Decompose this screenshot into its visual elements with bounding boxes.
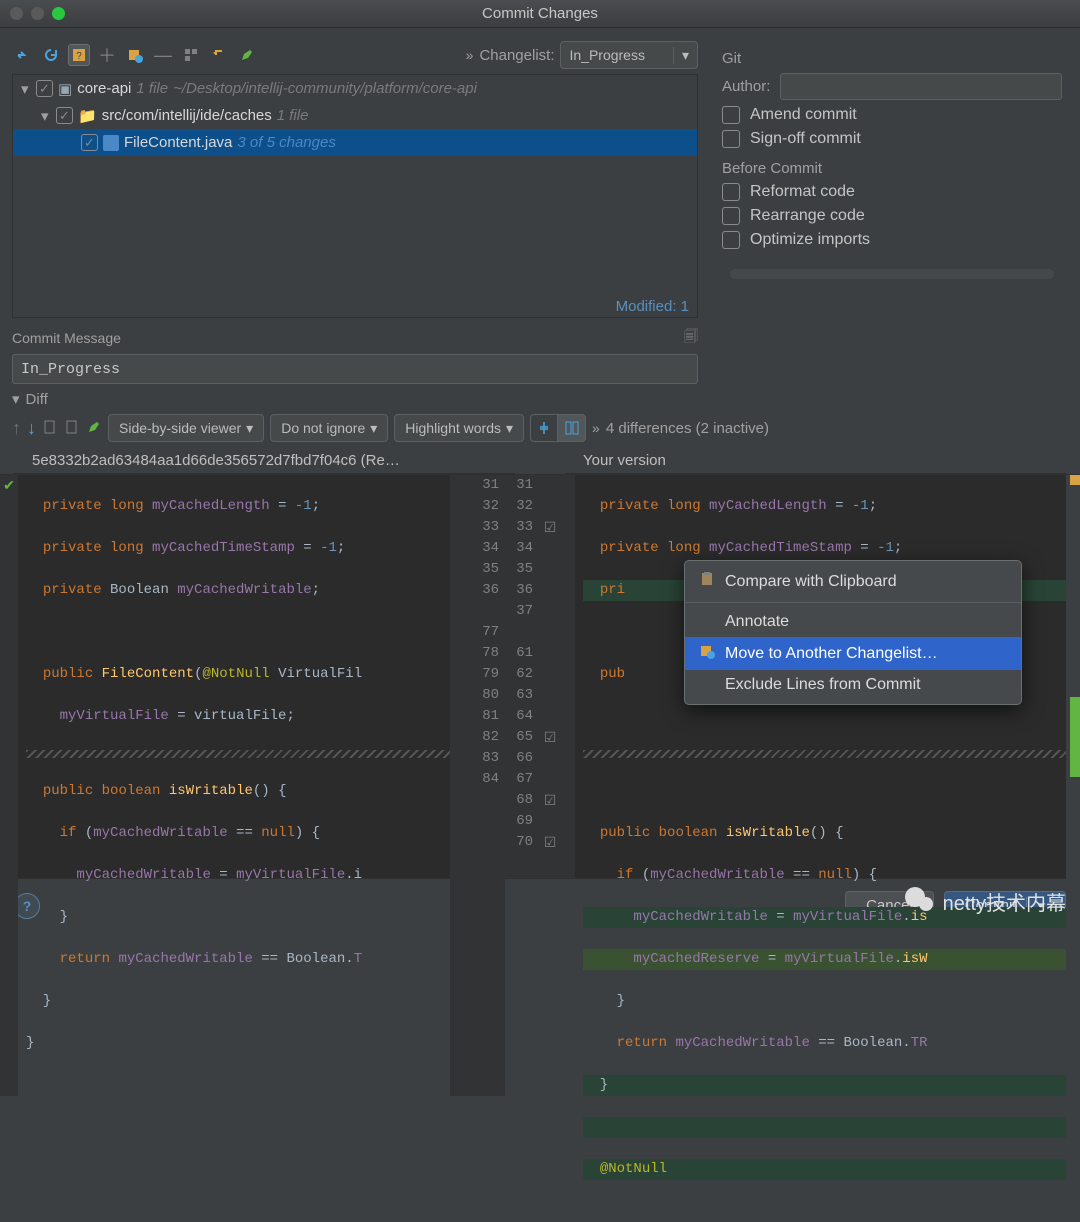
file-next-icon[interactable] (64, 419, 80, 438)
change-marker[interactable] (1070, 697, 1080, 777)
watermark: netty技术内幕 (905, 885, 1066, 917)
changes-tree[interactable]: ▾ ▣ core-api 1 file ~/Desktop/intellij-c… (12, 74, 698, 318)
reformat-checkbox[interactable]: Reformat code (722, 183, 1062, 201)
changelist-icon[interactable] (124, 44, 146, 66)
left-code[interactable]: private long myCachedLength = -1; privat… (18, 475, 450, 1096)
diff-section-label: Diff (26, 391, 48, 408)
vcs-label: Git (722, 50, 1062, 67)
menu-annotate[interactable]: Annotate (685, 607, 1021, 637)
checkbox[interactable] (36, 80, 53, 97)
history-icon[interactable]: 🗐 (684, 326, 698, 350)
group-icon[interactable] (180, 44, 202, 66)
checkbox[interactable] (81, 134, 98, 151)
folder-icon: 📁 (78, 107, 97, 125)
chevron-down-icon: ▾ (506, 420, 513, 437)
fold-marker[interactable] (583, 750, 1066, 758)
context-menu[interactable]: Compare with Clipboard Annotate Move to … (684, 560, 1022, 705)
right-gutter: 3132333435363761626364656667686970 (505, 475, 539, 878)
edit-icon[interactable] (236, 44, 258, 66)
file-prev-icon[interactable] (42, 419, 58, 438)
menu-move-changelist[interactable]: Move to Another Changelist… (685, 637, 1021, 670)
diff-summary: 4 differences (2 inactive) (606, 420, 769, 437)
changelist-value: In_Progress (569, 47, 644, 63)
diff-toolbar: ↑ ↓ Side-by-side viewer▾ Do not ignore▾ … (0, 408, 1080, 448)
modified-summary: Modified: 1 (616, 298, 689, 315)
changes-toolbar: ? ＋ — » Changelist: In_Progress ▾ (12, 36, 698, 74)
left-gutter: 3132333435367778798081828384 (450, 475, 505, 1096)
next-diff-icon[interactable]: ↓ (27, 418, 36, 439)
change-count: 3 of 5 changes (237, 134, 335, 151)
folder-name: src/com/intellij/ide/caches (102, 107, 272, 124)
highlight-dropdown[interactable]: Highlight words▾ (394, 414, 524, 442)
tree-file-row[interactable]: FileContent.java 3 of 5 changes (13, 129, 697, 156)
edit-icon[interactable] (86, 419, 102, 438)
chevrons-icon: » (466, 47, 474, 63)
author-label: Author: (722, 78, 770, 95)
java-class-icon (103, 135, 119, 151)
include-checkboxes[interactable]: ☑☑☑☑ (539, 475, 561, 878)
chevron-down-icon: ▾ (246, 420, 253, 437)
titlebar: Commit Changes (0, 0, 1080, 28)
clipboard-icon (699, 571, 715, 592)
file-count: 1 file (136, 80, 168, 97)
rollback-icon[interactable] (12, 44, 34, 66)
file-count: 1 file (277, 107, 309, 124)
module-path: ~/Desktop/intellij-community/platform/co… (173, 80, 477, 97)
menu-compare-clipboard[interactable]: Compare with Clipboard (685, 565, 1021, 598)
ignore-dropdown[interactable]: Do not ignore▾ (270, 414, 388, 442)
diff-splitter[interactable]: 3132333435363761626364656667686970 ☑☑☑☑ (505, 475, 575, 878)
collapse-arrow-icon[interactable]: ▾ (21, 80, 31, 98)
collapse-toggle[interactable] (530, 414, 586, 442)
collapse-unchanged-icon[interactable] (530, 414, 558, 442)
warning-marker-icon[interactable] (1070, 475, 1080, 485)
signoff-checkbox[interactable]: Sign-off commit (722, 130, 1062, 148)
commit-message-input[interactable] (12, 354, 698, 384)
chevron-down-icon: ▾ (370, 420, 377, 437)
module-name: core-api (77, 80, 131, 97)
remove-icon[interactable]: — (152, 44, 174, 66)
collapse-arrow-icon[interactable]: ▾ (12, 390, 20, 408)
diff-left-pane: ✔ private long myCachedLength = -1; priv… (0, 475, 505, 878)
viewer-mode-dropdown[interactable]: Side-by-side viewer▾ (108, 414, 264, 442)
changelist-dropdown[interactable]: In_Progress ▾ (560, 41, 698, 69)
prev-diff-icon[interactable]: ↑ (12, 418, 21, 439)
left-revision-title: 5e8332b2ad63484aa1d66de356572d7fbd7f04c6… (14, 448, 515, 474)
before-commit-label: Before Commit (722, 160, 1062, 177)
menu-exclude-lines[interactable]: Exclude Lines from Commit (685, 670, 1021, 700)
module-icon: ▣ (58, 80, 72, 98)
file-name: FileContent.java (124, 134, 232, 151)
applied-marker-icon: ✔ (3, 477, 15, 493)
upper-panel: ? ＋ — » Changelist: In_Progress ▾ ▾ ▣ co… (0, 28, 1080, 408)
svg-text:?: ? (76, 51, 82, 62)
refresh-icon[interactable] (40, 44, 62, 66)
undo-icon[interactable] (208, 44, 230, 66)
rearrange-checkbox[interactable]: Rearrange code (722, 207, 1062, 225)
amend-checkbox[interactable]: Amend commit (722, 106, 1062, 124)
show-diff-icon[interactable]: ? (68, 44, 90, 66)
fold-marker[interactable] (26, 750, 450, 758)
commit-message-label: Commit Message (12, 330, 121, 346)
author-input[interactable] (780, 73, 1062, 100)
scrollbar[interactable] (730, 269, 1054, 279)
chevrons-icon: » (592, 420, 600, 436)
tree-folder-row[interactable]: ▾ 📁 src/com/intellij/ide/caches 1 file (13, 102, 697, 129)
sync-scroll-icon[interactable] (558, 414, 586, 442)
add-icon[interactable]: ＋ (96, 44, 118, 66)
changelist-icon (699, 643, 715, 664)
window-title: Commit Changes (0, 5, 1080, 22)
tree-root-row[interactable]: ▾ ▣ core-api 1 file ~/Desktop/intellij-c… (13, 75, 697, 102)
menu-separator (685, 602, 1021, 603)
collapse-arrow-icon[interactable]: ▾ (41, 107, 51, 125)
optimize-checkbox[interactable]: Optimize imports (722, 231, 1062, 249)
checkbox[interactable] (56, 107, 73, 124)
wechat-icon (905, 885, 937, 917)
right-revision-title: Your version (565, 448, 1066, 474)
changelist-label: Changelist: (479, 47, 554, 64)
chevron-down-icon: ▾ (673, 47, 689, 64)
commit-options-panel: Git Author: Amend commit Sign-off commit… (710, 28, 1080, 408)
